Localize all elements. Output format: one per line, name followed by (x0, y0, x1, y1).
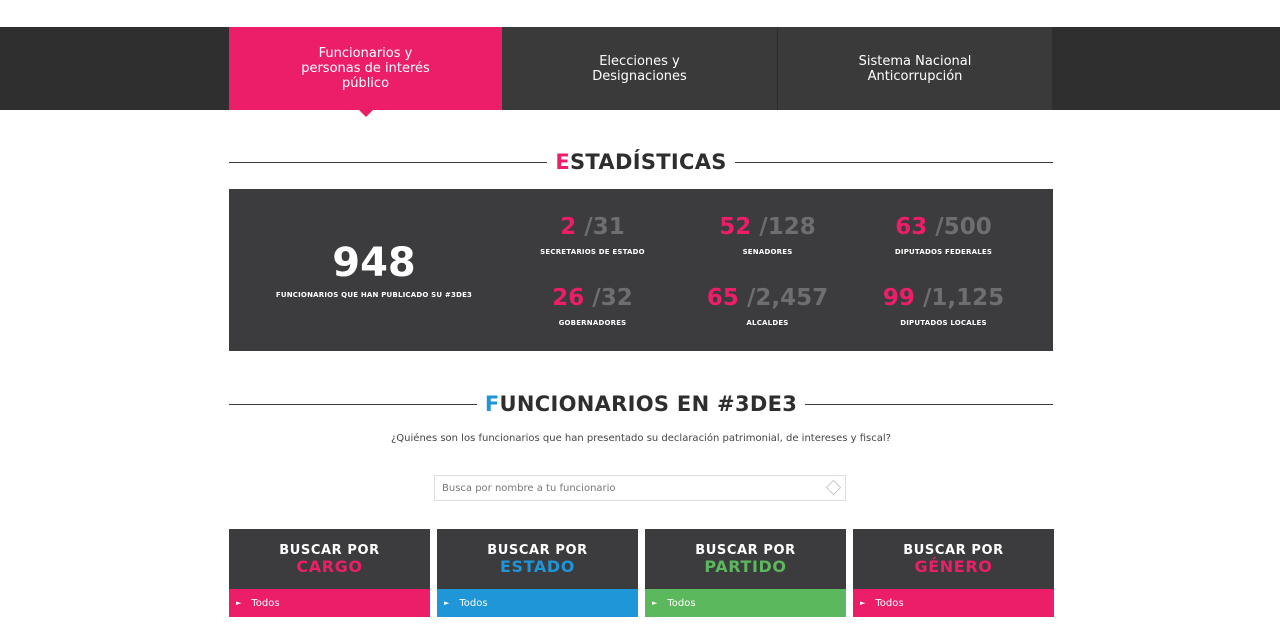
title-divider-right (805, 403, 1054, 405)
tab-funcionarios-label: Funcionarios y personas de interés públi… (301, 46, 430, 91)
stat-secretarios: 2 /31 SECRETARIOS DE ESTADO (505, 213, 680, 256)
title-divider-right (734, 161, 1054, 163)
stat-total: /1,125 (922, 285, 1005, 311)
stat-total: /2,457 (746, 285, 829, 311)
filter-category: PARTIDO (704, 556, 787, 576)
title-divider-left (229, 161, 548, 163)
filter-selected: Todos (875, 597, 904, 609)
filter-lead: BUSCAR POR (903, 542, 1004, 558)
stat-gobernadores: 26 /32 GOBERNADORES (505, 284, 680, 327)
nav-left-filler (0, 27, 229, 110)
filter-category: GÉNERO (914, 556, 993, 576)
stats-title-text: ESTADÍSTICAS (547, 150, 734, 174)
officials-title-initial: F (484, 392, 500, 416)
stat-label: DIPUTADOS LOCALES (900, 319, 987, 327)
officials-section-title: FUNCIONARIOS EN #3DE3 (229, 392, 1054, 416)
stat-diputados-locales: 99 /1,125 DIPUTADOS LOCALES (856, 284, 1031, 327)
stats-section-title: ESTADÍSTICAS (229, 150, 1054, 174)
stats-title-initial: E (555, 150, 570, 174)
filter-estado-select[interactable]: ► Todos (437, 589, 638, 617)
filter-cargo-select[interactable]: ► Todos (229, 589, 430, 617)
stat-value: 26 (552, 285, 585, 311)
tab-elecciones[interactable]: Elecciones y Designaciones (502, 27, 778, 110)
triangle-right-icon: ► (444, 599, 450, 607)
stat-total: /32 (592, 285, 633, 311)
officials-title-rest: UNCIONARIOS EN #3DE3 (499, 392, 798, 416)
stat-alcaldes: 65 /2,457 ALCALDES (680, 284, 855, 327)
filter-selected: Todos (251, 597, 280, 609)
active-tab-caret-icon (359, 110, 373, 117)
search-icon[interactable] (825, 479, 842, 496)
officials-subtitle: ¿Quiénes son los funcionarios que han pr… (391, 433, 891, 444)
stat-total: /31 (584, 214, 625, 240)
tab-elecciones-label: Elecciones y Designaciones (592, 53, 687, 84)
triangle-right-icon: ► (860, 599, 866, 607)
stat-value: 65 (706, 285, 739, 311)
filter-lead: BUSCAR POR (279, 542, 380, 558)
tab-sistema-label: Sistema Nacional Anticorrupción (858, 53, 972, 84)
stat-diputados-federales: 63 /500 DIPUTADOS FEDERALES (856, 213, 1031, 256)
filter-partido-select[interactable]: ► Todos (645, 589, 846, 617)
filter-genero-select[interactable]: ► Todos (853, 589, 1054, 617)
stats-title-rest: STADÍSTICAS (570, 150, 727, 174)
filter-lead: BUSCAR POR (695, 542, 796, 558)
stat-total: /500 (935, 214, 992, 240)
title-divider-left (229, 403, 477, 405)
filter-category: ESTADO (500, 556, 575, 576)
filter-lead: BUSCAR POR (487, 542, 588, 558)
triangle-right-icon: ► (652, 599, 658, 607)
filter-selected: Todos (667, 597, 696, 609)
stat-label: SECRETARIOS DE ESTADO (540, 248, 645, 256)
stat-value: 2 (560, 214, 577, 240)
search-input[interactable] (435, 476, 815, 501)
stat-senadores: 52 /128 SENADORES (680, 213, 855, 256)
stat-label: GOBERNADORES (558, 319, 627, 327)
top-navigation: Funcionarios y personas de interés públi… (0, 27, 1280, 110)
stats-panel: 948 FUNCIONARIOS QUE HAN PUBLICADO SU #3… (229, 189, 1053, 351)
nav-right-filler (1052, 27, 1280, 110)
stat-label: ALCALDES (746, 319, 789, 327)
filter-estado[interactable]: BUSCAR POR ESTADO ► Todos (437, 529, 638, 617)
stat-value: 99 (882, 285, 915, 311)
filter-partido[interactable]: BUSCAR POR PARTIDO ► Todos (645, 529, 846, 617)
stat-total-label: FUNCIONARIOS QUE HAN PUBLICADO SU #3DE3 (275, 291, 473, 299)
stat-total-value: 948 (332, 240, 416, 286)
stat-label: DIPUTADOS FEDERALES (894, 248, 993, 256)
filter-category: CARGO (296, 556, 363, 576)
search-box (434, 475, 846, 501)
tab-sistema-anticorrupcion[interactable]: Sistema Nacional Anticorrupción (778, 27, 1052, 110)
stat-total: /128 (759, 214, 816, 240)
filter-selected: Todos (459, 597, 488, 609)
filter-genero[interactable]: BUSCAR POR GÉNERO ► Todos (853, 529, 1054, 617)
filter-cargo[interactable]: BUSCAR POR CARGO ► Todos (229, 529, 430, 617)
officials-title-text: FUNCIONARIOS EN #3DE3 (477, 392, 805, 416)
stat-total: 948 FUNCIONARIOS QUE HAN PUBLICADO SU #3… (229, 189, 519, 351)
triangle-right-icon: ► (236, 599, 242, 607)
stat-value: 63 (895, 214, 928, 240)
stat-value: 52 (719, 214, 752, 240)
stat-label: SENADORES (742, 248, 793, 256)
tab-funcionarios[interactable]: Funcionarios y personas de interés públi… (229, 27, 502, 110)
